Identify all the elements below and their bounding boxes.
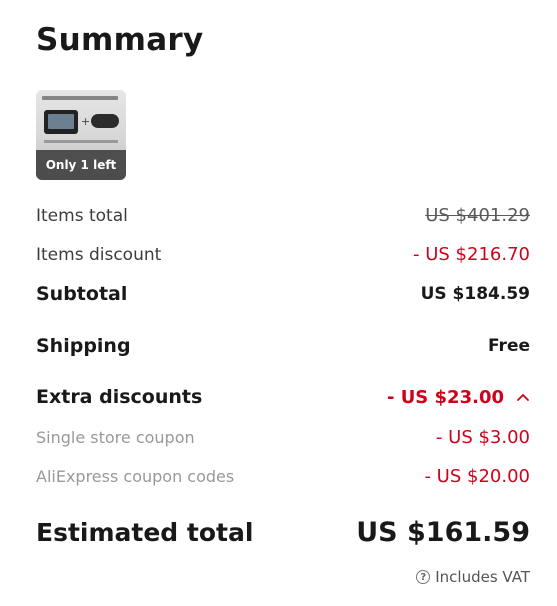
product-image-plus: + [81,115,91,128]
store-coupon-label: Single store coupon [36,428,195,447]
estimated-total-label: Estimated total [36,518,254,547]
items-discount-value: - US $216.70 [413,244,530,265]
aliexpress-coupon-row: AliExpress coupon codes - US $20.00 [36,466,530,487]
chevron-up-icon[interactable] [516,392,530,402]
product-image-camera [44,110,78,134]
items-total-label: Items total [36,205,128,226]
product-image-strip [44,140,118,143]
aliexpress-coupon-label: AliExpress coupon codes [36,467,235,486]
stock-badge: Only 1 left [36,150,126,180]
extra-discounts-value-group[interactable]: - US $23.00 [387,387,530,408]
product-thumbnail[interactable]: + Only 1 left [36,90,126,180]
extra-discounts-label: Extra discounts [36,386,203,408]
estimated-total-value: US $161.59 [356,517,530,548]
aliexpress-coupon-value: - US $20.00 [424,466,530,487]
store-coupon-row: Single store coupon - US $3.00 [36,427,530,448]
shipping-label: Shipping [36,335,131,357]
product-image-banner [42,96,118,100]
items-discount-label: Items discount [36,244,162,265]
subtotal-row: Subtotal US $184.59 [36,283,530,305]
product-image-rear-cam [91,114,119,128]
extra-discounts-value: - US $23.00 [386,386,504,408]
store-coupon-value: - US $3.00 [435,427,530,448]
estimated-total-row: Estimated total US $161.59 [36,517,530,548]
vat-note-text: Includes VAT [435,568,530,586]
subtotal-label: Subtotal [36,283,128,305]
shipping-value: Free [488,336,530,356]
shipping-row: Shipping Free [36,335,530,357]
items-total-value: US $401.29 [425,205,530,226]
question-circle-icon[interactable]: ? [416,570,431,584]
items-discount-row: Items discount - US $216.70 [36,244,530,265]
vat-note[interactable]: ? Includes VAT [416,568,530,586]
items-total-row: Items total US $401.29 [36,205,530,226]
page-title: Summary [36,22,204,58]
extra-discounts-row[interactable]: Extra discounts - US $23.00 [36,386,530,408]
subtotal-value: US $184.59 [420,284,530,304]
